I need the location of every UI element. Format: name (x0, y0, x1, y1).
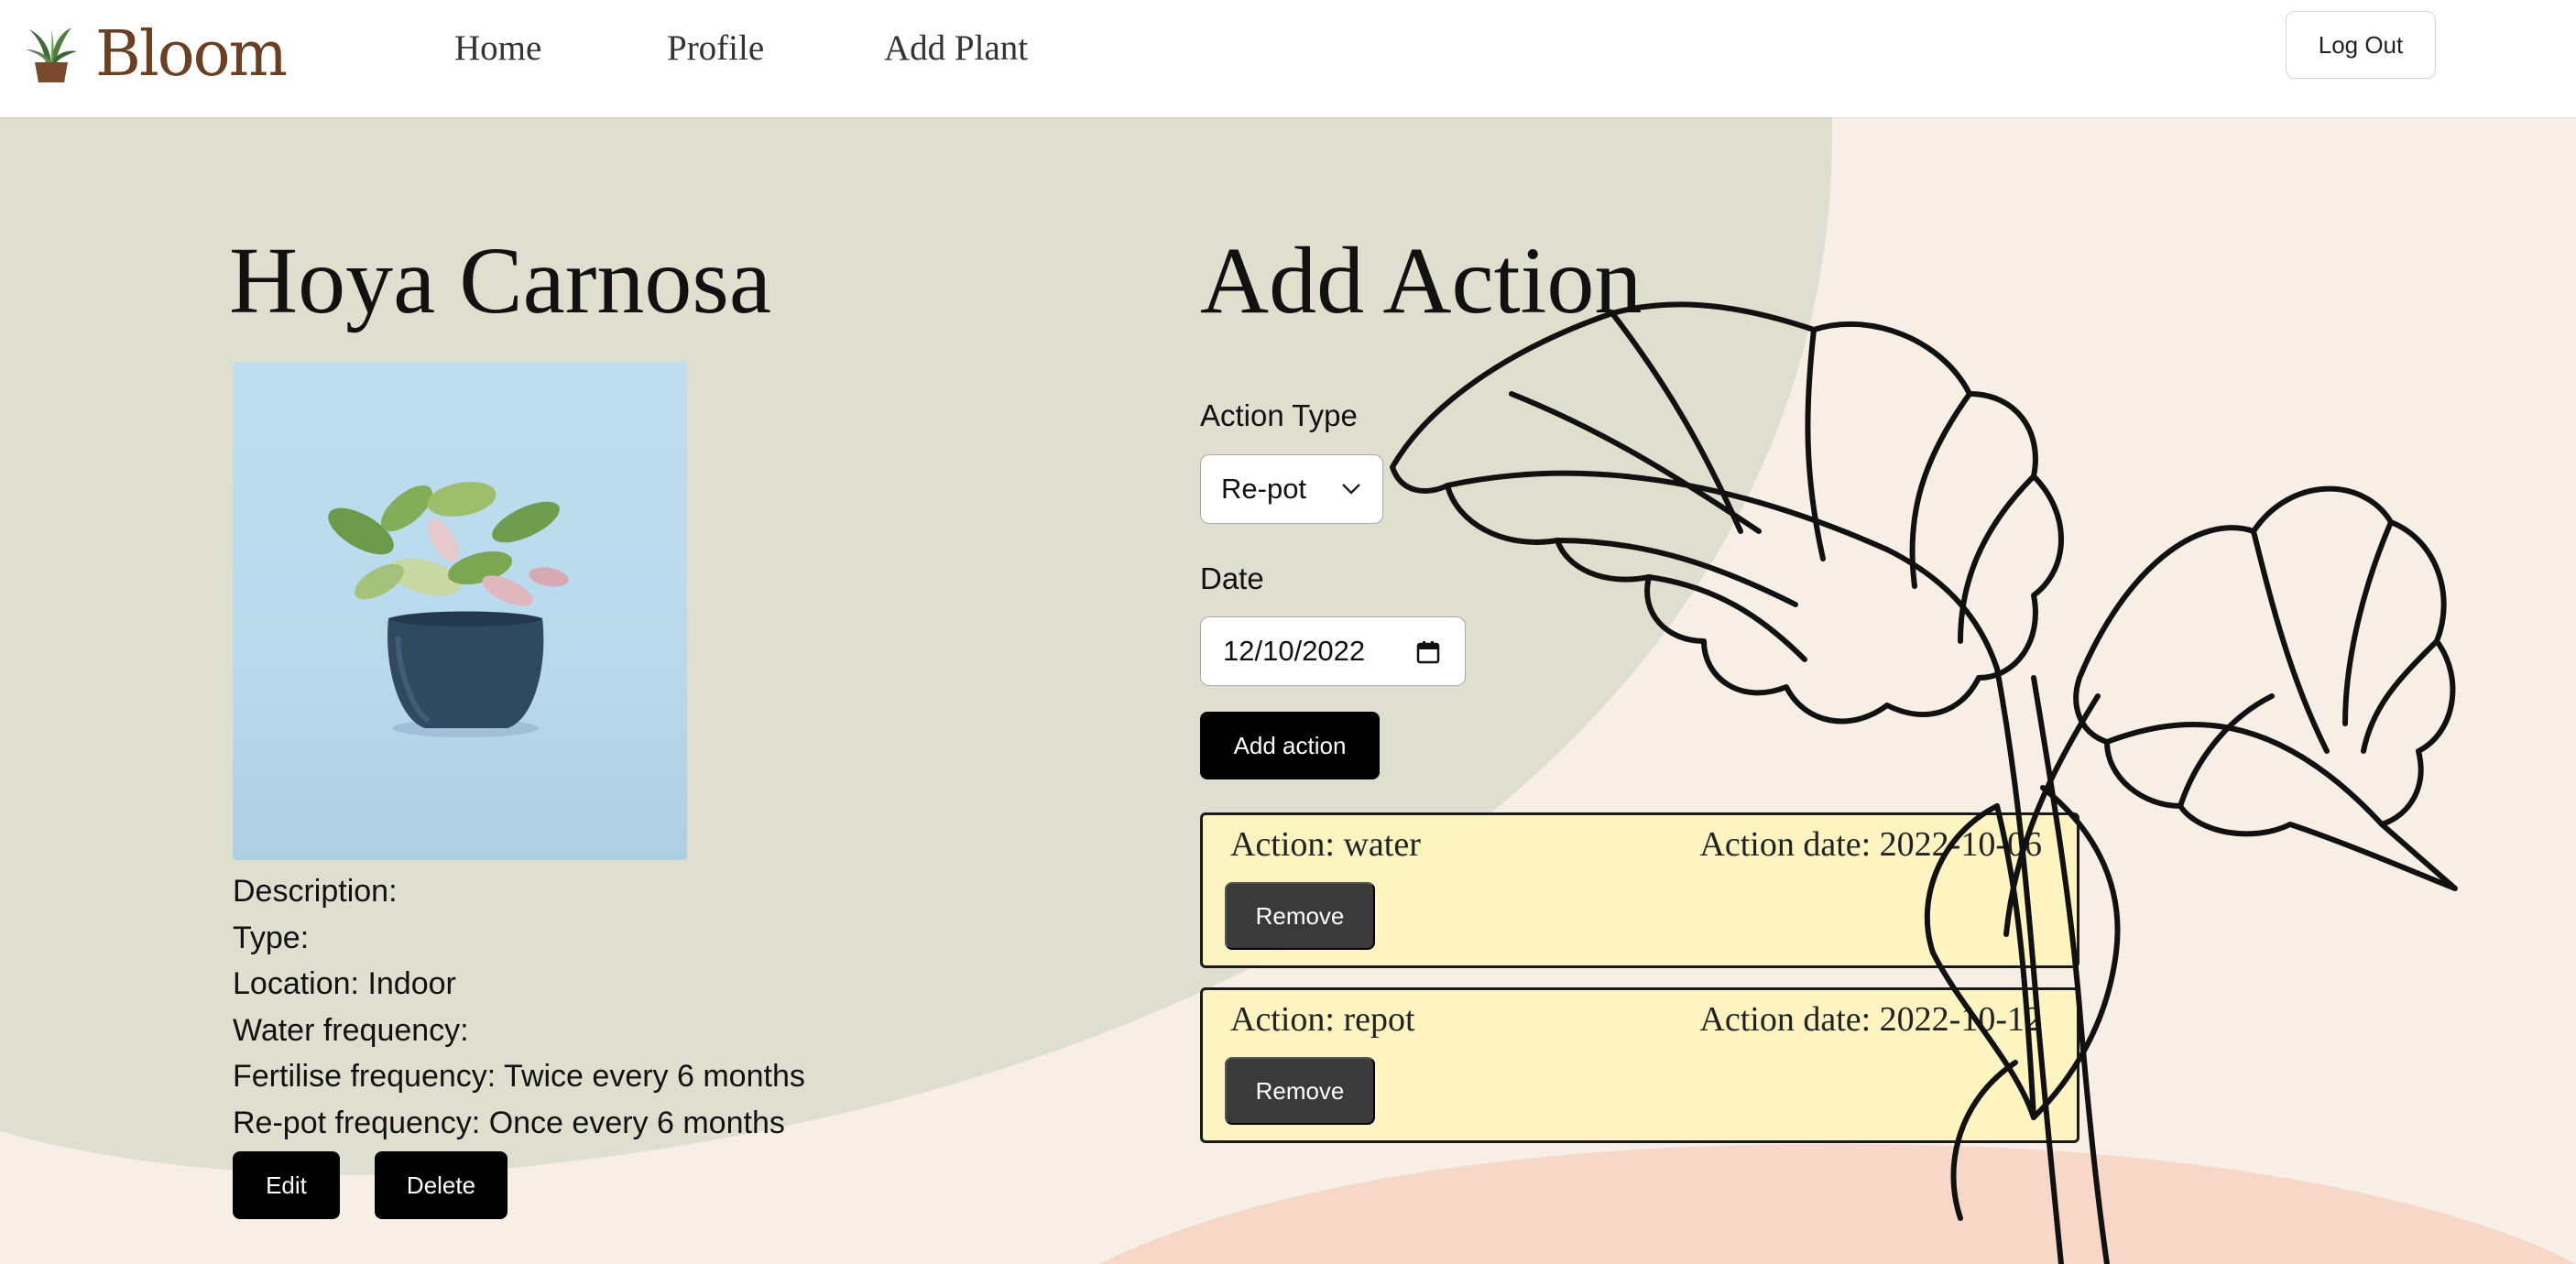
date-value: 12/10/2022 (1223, 635, 1366, 667)
action-type-value: Re-pot (1221, 473, 1307, 505)
peach-blob (1099, 1143, 2576, 1264)
action-card: Action: water Action date: 2022-10-06 Re… (1200, 812, 2079, 968)
nav-profile-link[interactable]: Profile (667, 27, 764, 69)
remove-action-button[interactable]: Remove (1225, 1057, 1375, 1125)
detail-fertilise-frequency: Fertilise frequency: Twice every 6 month… (233, 1059, 805, 1094)
action-date: Action date: 2022-10-06 (1699, 825, 2042, 864)
detail-description: Description: (233, 874, 398, 909)
potted-plant-icon (26, 27, 77, 82)
edit-plant-button[interactable]: Edit (233, 1151, 340, 1219)
detail-location: Location: Indoor (233, 966, 456, 1001)
detail-water-frequency: Water frequency: (233, 1012, 469, 1048)
nav-home-link[interactable]: Home (454, 27, 541, 69)
plant-photo (233, 362, 687, 860)
plant-details: Description: Type: Location: Indoor Wate… (233, 868, 805, 1146)
remove-action-button[interactable]: Remove (1225, 882, 1375, 950)
action-date: Action date: 2022-10-12 (1699, 1000, 2042, 1039)
log-out-button[interactable]: Log Out (2286, 11, 2436, 79)
detail-repot-frequency: Re-pot frequency: Once every 6 months (233, 1105, 785, 1140)
brand[interactable]: Bloom (24, 18, 288, 92)
add-action-heading: Add Action (1200, 228, 1643, 333)
delete-plant-button[interactable]: Delete (375, 1151, 508, 1219)
action-name: Action: water (1230, 825, 1421, 864)
hoya-plant-illustration (328, 482, 569, 737)
calendar-icon[interactable] (1415, 639, 1441, 665)
brand-name: Bloom (95, 18, 288, 91)
top-navbar: Bloom Home Profile Add Plant Log Out (0, 0, 2576, 117)
plant-name-heading: Hoya Carnosa (229, 228, 772, 333)
date-label: Date (1200, 561, 1264, 595)
add-action-button[interactable]: Add action (1200, 712, 1380, 779)
action-card: Action: repot Action date: 2022-10-12 Re… (1200, 987, 2079, 1143)
date-input[interactable]: 12/10/2022 (1200, 616, 1466, 686)
action-type-select[interactable]: Re-pot (1200, 454, 1383, 524)
action-name: Action: repot (1230, 1000, 1415, 1039)
chevron-down-icon (1342, 484, 1360, 495)
action-type-label: Action Type (1200, 398, 1358, 432)
nav-add-plant-link[interactable]: Add Plant (884, 27, 1028, 69)
detail-type: Type: (233, 920, 310, 955)
